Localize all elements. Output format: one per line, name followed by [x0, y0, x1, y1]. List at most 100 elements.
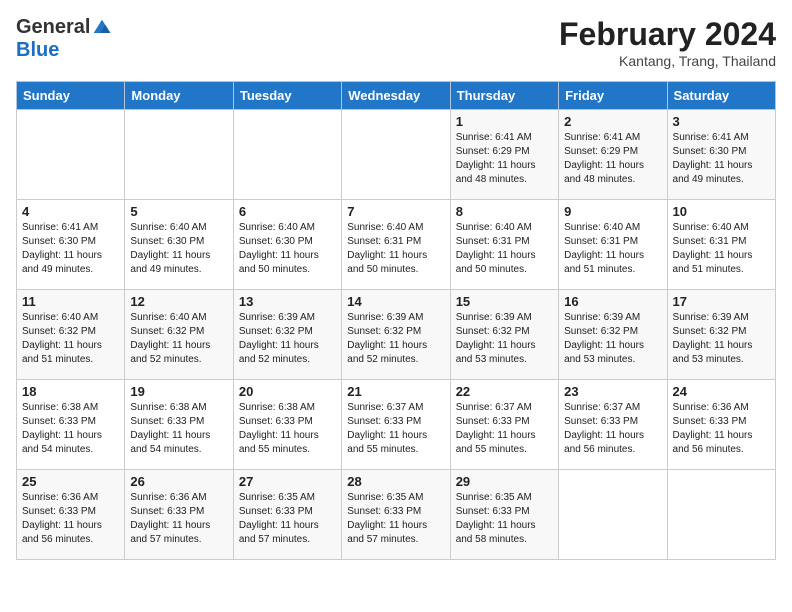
- day-number: 11: [22, 294, 119, 309]
- day-info: Sunrise: 6:37 AM Sunset: 6:33 PM Dayligh…: [347, 401, 444, 457]
- weekday-header: Sunday: [17, 82, 125, 110]
- day-info: Sunrise: 6:35 AM Sunset: 6:33 PM Dayligh…: [239, 491, 336, 547]
- weekday-header-row: SundayMondayTuesdayWednesdayThursdayFrid…: [17, 82, 776, 110]
- day-info: Sunrise: 6:39 AM Sunset: 6:32 PM Dayligh…: [673, 311, 770, 367]
- day-number: 5: [130, 204, 227, 219]
- title-section: February 2024 Kantang, Trang, Thailand: [559, 16, 776, 69]
- calendar-cell: 1Sunrise: 6:41 AM Sunset: 6:29 PM Daylig…: [450, 110, 558, 200]
- calendar-cell: 21 Sunrise: 6:37 AM Sunset: 6:33 PM Dayli…: [342, 380, 450, 470]
- day-info: Sunrise: 6:40 AM Sunset: 6:30 PM Dayligh…: [130, 221, 227, 277]
- day-info: Sunrise: 6:35 AM Sunset: 6:33 PM Dayligh…: [456, 491, 553, 547]
- day-number: 27: [239, 474, 336, 489]
- logo-icon: [92, 18, 112, 38]
- day-number: 17: [673, 294, 770, 309]
- calendar-cell: 23 Sunrise: 6:37 AM Sunset: 6:33 PM Dayli…: [559, 380, 667, 470]
- day-info: Sunrise: 6:37 AM Sunset: 6:33 PM Dayligh…: [456, 401, 553, 457]
- calendar-week-row: 4Sunrise: 6:41 AM Sunset: 6:30 PM Daylig…: [17, 200, 776, 290]
- day-number: 25: [22, 474, 119, 489]
- calendar-cell: 6 Sunrise: 6:40 AM Sunset: 6:30 PM Daylig…: [233, 200, 341, 290]
- calendar-cell: 19 Sunrise: 6:38 AM Sunset: 6:33 PM Dayli…: [125, 380, 233, 470]
- calendar-cell: 12 Sunrise: 6:40 AM Sunset: 6:32 PM Dayli…: [125, 290, 233, 380]
- day-number: 12: [130, 294, 227, 309]
- day-number: 7: [347, 204, 444, 219]
- day-info: Sunrise: 6:37 AM Sunset: 6:33 PM Dayligh…: [564, 401, 661, 457]
- day-number: 15: [456, 294, 553, 309]
- weekday-header: Tuesday: [233, 82, 341, 110]
- calendar-cell: 13 Sunrise: 6:39 AM Sunset: 6:32 PM Dayli…: [233, 290, 341, 380]
- calendar-cell: 3 Sunrise: 6:41 AM Sunset: 6:30 PM Daylig…: [667, 110, 775, 200]
- calendar-cell: 22Sunrise: 6:37 AM Sunset: 6:33 PM Dayli…: [450, 380, 558, 470]
- calendar-cell: [667, 470, 775, 560]
- day-number: 8: [456, 204, 553, 219]
- day-number: 13: [239, 294, 336, 309]
- calendar-cell: 2 Sunrise: 6:41 AM Sunset: 6:29 PM Daylig…: [559, 110, 667, 200]
- calendar-cell: 10 Sunrise: 6:40 AM Sunset: 6:31 PM Dayli…: [667, 200, 775, 290]
- day-info: Sunrise: 6:38 AM Sunset: 6:33 PM Dayligh…: [22, 401, 119, 457]
- calendar-cell: 25 Sunrise: 6:36 AM Sunset: 6:33 PM Dayli…: [17, 470, 125, 560]
- logo-general: General: [16, 16, 90, 39]
- day-info: Sunrise: 6:40 AM Sunset: 6:31 PM Dayligh…: [673, 221, 770, 277]
- calendar-cell: [233, 110, 341, 200]
- day-number: 10: [673, 204, 770, 219]
- day-number: 26: [130, 474, 227, 489]
- day-number: 14: [347, 294, 444, 309]
- calendar-cell: 16Sunrise: 6:39 AM Sunset: 6:32 PM Dayli…: [559, 290, 667, 380]
- day-info: Sunrise: 6:40 AM Sunset: 6:32 PM Dayligh…: [130, 311, 227, 367]
- calendar-cell: 17 Sunrise: 6:39 AM Sunset: 6:32 PM Dayli…: [667, 290, 775, 380]
- logo-blue: Blue: [16, 39, 59, 62]
- calendar-week-row: 11 Sunrise: 6:40 AM Sunset: 6:32 PM Dayli…: [17, 290, 776, 380]
- weekday-header: Thursday: [450, 82, 558, 110]
- day-number: 20: [239, 384, 336, 399]
- calendar-cell: [342, 110, 450, 200]
- day-number: 21: [347, 384, 444, 399]
- day-number: 1: [456, 114, 553, 129]
- calendar-cell: 20 Sunrise: 6:38 AM Sunset: 6:33 PM Dayli…: [233, 380, 341, 470]
- weekday-header: Saturday: [667, 82, 775, 110]
- weekday-header: Wednesday: [342, 82, 450, 110]
- day-number: 24: [673, 384, 770, 399]
- day-info: Sunrise: 6:38 AM Sunset: 6:33 PM Dayligh…: [130, 401, 227, 457]
- logo: General Blue: [16, 16, 112, 62]
- day-number: 2: [564, 114, 661, 129]
- day-info: Sunrise: 6:39 AM Sunset: 6:32 PM Dayligh…: [456, 311, 553, 367]
- calendar-cell: 11Sunrise: 6:40 AM Sunset: 6:32 PM Dayli…: [17, 290, 125, 380]
- calendar-cell: 5 Sunrise: 6:40 AM Sunset: 6:30 PM Daylig…: [125, 200, 233, 290]
- calendar-cell: 8 Sunrise: 6:40 AM Sunset: 6:31 PM Daylig…: [450, 200, 558, 290]
- calendar-week-row: 25 Sunrise: 6:36 AM Sunset: 6:33 PM Dayli…: [17, 470, 776, 560]
- calendar-cell: 4Sunrise: 6:41 AM Sunset: 6:30 PM Daylig…: [17, 200, 125, 290]
- day-number: 23: [564, 384, 661, 399]
- day-info: Sunrise: 6:35 AM Sunset: 6:33 PM Dayligh…: [347, 491, 444, 547]
- calendar-cell: 28Sunrise: 6:35 AM Sunset: 6:33 PM Dayli…: [342, 470, 450, 560]
- calendar-week-row: 18Sunrise: 6:38 AM Sunset: 6:33 PM Dayli…: [17, 380, 776, 470]
- day-info: Sunrise: 6:40 AM Sunset: 6:31 PM Dayligh…: [347, 221, 444, 277]
- calendar-cell: 9Sunrise: 6:40 AM Sunset: 6:31 PM Daylig…: [559, 200, 667, 290]
- day-info: Sunrise: 6:40 AM Sunset: 6:30 PM Dayligh…: [239, 221, 336, 277]
- calendar-cell: [559, 470, 667, 560]
- calendar-cell: 26 Sunrise: 6:36 AM Sunset: 6:33 PM Dayli…: [125, 470, 233, 560]
- weekday-header: Friday: [559, 82, 667, 110]
- day-info: Sunrise: 6:39 AM Sunset: 6:32 PM Dayligh…: [239, 311, 336, 367]
- calendar-cell: 24Sunrise: 6:36 AM Sunset: 6:33 PM Dayli…: [667, 380, 775, 470]
- day-info: Sunrise: 6:40 AM Sunset: 6:31 PM Dayligh…: [456, 221, 553, 277]
- day-info: Sunrise: 6:38 AM Sunset: 6:33 PM Dayligh…: [239, 401, 336, 457]
- day-number: 19: [130, 384, 227, 399]
- day-info: Sunrise: 6:39 AM Sunset: 6:32 PM Dayligh…: [347, 311, 444, 367]
- day-number: 6: [239, 204, 336, 219]
- day-info: Sunrise: 6:41 AM Sunset: 6:29 PM Dayligh…: [564, 131, 661, 187]
- day-number: 3: [673, 114, 770, 129]
- day-info: Sunrise: 6:41 AM Sunset: 6:30 PM Dayligh…: [673, 131, 770, 187]
- day-number: 9: [564, 204, 661, 219]
- calendar-cell: 7 Sunrise: 6:40 AM Sunset: 6:31 PM Daylig…: [342, 200, 450, 290]
- day-info: Sunrise: 6:36 AM Sunset: 6:33 PM Dayligh…: [130, 491, 227, 547]
- calendar-cell: 29 Sunrise: 6:35 AM Sunset: 6:33 PM Dayli…: [450, 470, 558, 560]
- calendar-cell: 18Sunrise: 6:38 AM Sunset: 6:33 PM Dayli…: [17, 380, 125, 470]
- location: Kantang, Trang, Thailand: [559, 53, 776, 69]
- calendar-cell: [125, 110, 233, 200]
- calendar-cell: 14 Sunrise: 6:39 AM Sunset: 6:32 PM Dayli…: [342, 290, 450, 380]
- calendar-cell: 15 Sunrise: 6:39 AM Sunset: 6:32 PM Dayli…: [450, 290, 558, 380]
- day-info: Sunrise: 6:36 AM Sunset: 6:33 PM Dayligh…: [22, 491, 119, 547]
- calendar-cell: [17, 110, 125, 200]
- day-number: 29: [456, 474, 553, 489]
- calendar-week-row: 1 Sunrise: 6:41 AM Sunset: 6:29 PM Daylig…: [17, 110, 776, 200]
- day-info: Sunrise: 6:41 AM Sunset: 6:30 PM Dayligh…: [22, 221, 119, 277]
